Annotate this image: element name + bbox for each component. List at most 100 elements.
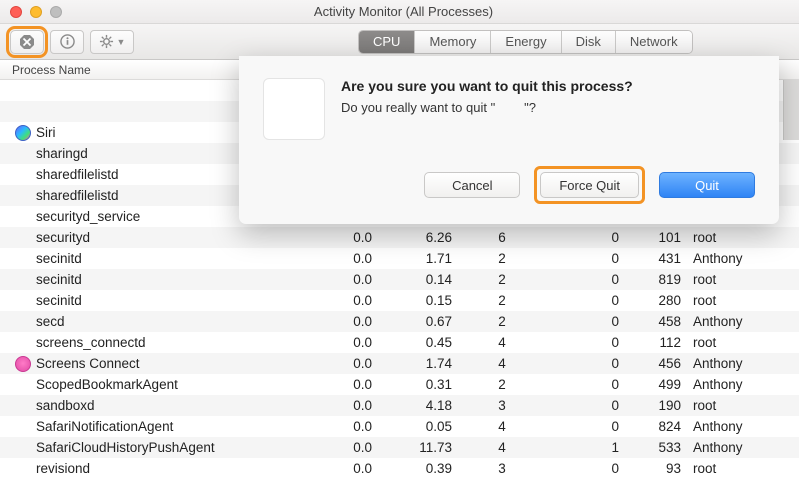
force-quit-button[interactable]: Force Quit (540, 172, 639, 198)
info-icon (60, 34, 75, 49)
cell-cpu-time: 0.14 (382, 272, 462, 287)
cell-threads: 2 (462, 251, 542, 266)
cell-cpu-pct: 0.0 (302, 377, 382, 392)
table-row[interactable]: sandboxd0.04.1830190root (0, 395, 799, 416)
table-row[interactable]: securityd0.06.2660101root (0, 227, 799, 248)
process-icon (12, 356, 34, 372)
quit-button[interactable]: Quit (659, 172, 755, 198)
tab-memory[interactable]: Memory (415, 31, 491, 53)
table-row[interactable]: Screens Connect0.01.7440456Anthony (0, 353, 799, 374)
process-app-icon (263, 78, 325, 140)
process-name: secinitd (34, 251, 302, 266)
process-name: screens_connectd (34, 335, 302, 350)
cell-pid: 190 (627, 398, 687, 413)
cell-pid: 101 (627, 230, 687, 245)
zoom-window-button[interactable] (50, 6, 62, 18)
force-quit-highlight: Force Quit (534, 166, 645, 204)
table-row[interactable]: secd0.00.6720458Anthony (0, 311, 799, 332)
process-name: secinitd (34, 293, 302, 308)
process-name: sandboxd (34, 398, 302, 413)
cell-idle-wake: 0 (542, 398, 627, 413)
tab-energy[interactable]: Energy (491, 31, 561, 53)
cell-cpu-pct: 0.0 (302, 293, 382, 308)
process-name: Screens Connect (34, 356, 302, 371)
process-icon (12, 125, 34, 141)
cell-cpu-pct: 0.0 (302, 461, 382, 476)
minimize-window-button[interactable] (30, 6, 42, 18)
cell-idle-wake: 0 (542, 356, 627, 371)
quit-confirmation-sheet: Are you sure you want to quit this proce… (239, 56, 779, 224)
cell-pid: 824 (627, 419, 687, 434)
process-name: secd (34, 314, 302, 329)
cell-idle-wake: 0 (542, 272, 627, 287)
inspect-process-button[interactable] (50, 30, 84, 54)
chevron-down-icon: ▼ (117, 37, 126, 47)
window-title: Activity Monitor (All Processes) (62, 4, 745, 19)
cell-threads: 3 (462, 461, 542, 476)
cell-threads: 2 (462, 314, 542, 329)
cell-user: Anthony (687, 440, 777, 455)
cell-cpu-time: 0.39 (382, 461, 462, 476)
table-row[interactable]: screens_connectd0.00.4540112root (0, 332, 799, 353)
cell-threads: 4 (462, 419, 542, 434)
window-controls (10, 6, 62, 18)
process-name: secinitd (34, 272, 302, 287)
tab-disk[interactable]: Disk (562, 31, 616, 53)
cell-cpu-pct: 0.0 (302, 440, 382, 455)
cell-threads: 2 (462, 377, 542, 392)
cell-user: root (687, 335, 777, 350)
cell-idle-wake: 0 (542, 419, 627, 434)
options-menu-button[interactable]: ▼ (90, 30, 134, 54)
cell-user: Anthony (687, 314, 777, 329)
cell-threads: 2 (462, 272, 542, 287)
cell-cpu-pct: 0.0 (302, 398, 382, 413)
table-row[interactable]: secinitd0.00.1420819root (0, 269, 799, 290)
close-window-button[interactable] (10, 6, 22, 18)
cell-user: Anthony (687, 419, 777, 434)
titlebar: Activity Monitor (All Processes) (0, 0, 799, 24)
quit-process-button[interactable] (10, 30, 44, 54)
cell-threads: 2 (462, 293, 542, 308)
cell-threads: 3 (462, 398, 542, 413)
table-row[interactable]: secinitd0.00.1520280root (0, 290, 799, 311)
cell-user: root (687, 293, 777, 308)
cell-idle-wake: 0 (542, 293, 627, 308)
cell-user: root (687, 461, 777, 476)
tab-network[interactable]: Network (616, 31, 692, 53)
cell-user: Anthony (687, 251, 777, 266)
cell-pid: 112 (627, 335, 687, 350)
cell-cpu-pct: 0.0 (302, 272, 382, 287)
cell-idle-wake: 0 (542, 335, 627, 350)
cell-idle-wake: 0 (542, 251, 627, 266)
cell-threads: 6 (462, 230, 542, 245)
cell-user: Anthony (687, 377, 777, 392)
cell-idle-wake: 0 (542, 377, 627, 392)
cell-cpu-pct: 0.0 (302, 314, 382, 329)
stop-icon (19, 34, 35, 50)
cell-pid: 458 (627, 314, 687, 329)
process-name: securityd (34, 230, 302, 245)
table-row[interactable]: ScopedBookmarkAgent0.00.3120499Anthony (0, 374, 799, 395)
table-row[interactable]: SafariNotificationAgent0.00.0540824Antho… (0, 416, 799, 437)
vertical-scrollbar[interactable] (783, 80, 799, 140)
cell-cpu-time: 4.18 (382, 398, 462, 413)
dialog-body: Do you really want to quit " "? (341, 100, 633, 115)
cell-cpu-pct: 0.0 (302, 356, 382, 371)
table-row[interactable]: SafariCloudHistoryPushAgent0.011.7341533… (0, 437, 799, 458)
table-row[interactable]: revisiond0.00.393093root (0, 458, 799, 479)
cell-pid: 280 (627, 293, 687, 308)
cell-user: root (687, 398, 777, 413)
cell-cpu-pct: 0.0 (302, 419, 382, 434)
cell-cpu-pct: 0.0 (302, 335, 382, 350)
cell-pid: 93 (627, 461, 687, 476)
cell-cpu-time: 0.15 (382, 293, 462, 308)
cell-pid: 456 (627, 356, 687, 371)
tab-cpu[interactable]: CPU (359, 31, 415, 53)
cell-threads: 4 (462, 335, 542, 350)
cell-cpu-time: 1.74 (382, 356, 462, 371)
cell-user: root (687, 272, 777, 287)
table-row[interactable]: secinitd0.01.7120431Anthony (0, 248, 799, 269)
cell-threads: 4 (462, 356, 542, 371)
cell-cpu-time: 0.05 (382, 419, 462, 434)
cancel-button[interactable]: Cancel (424, 172, 520, 198)
